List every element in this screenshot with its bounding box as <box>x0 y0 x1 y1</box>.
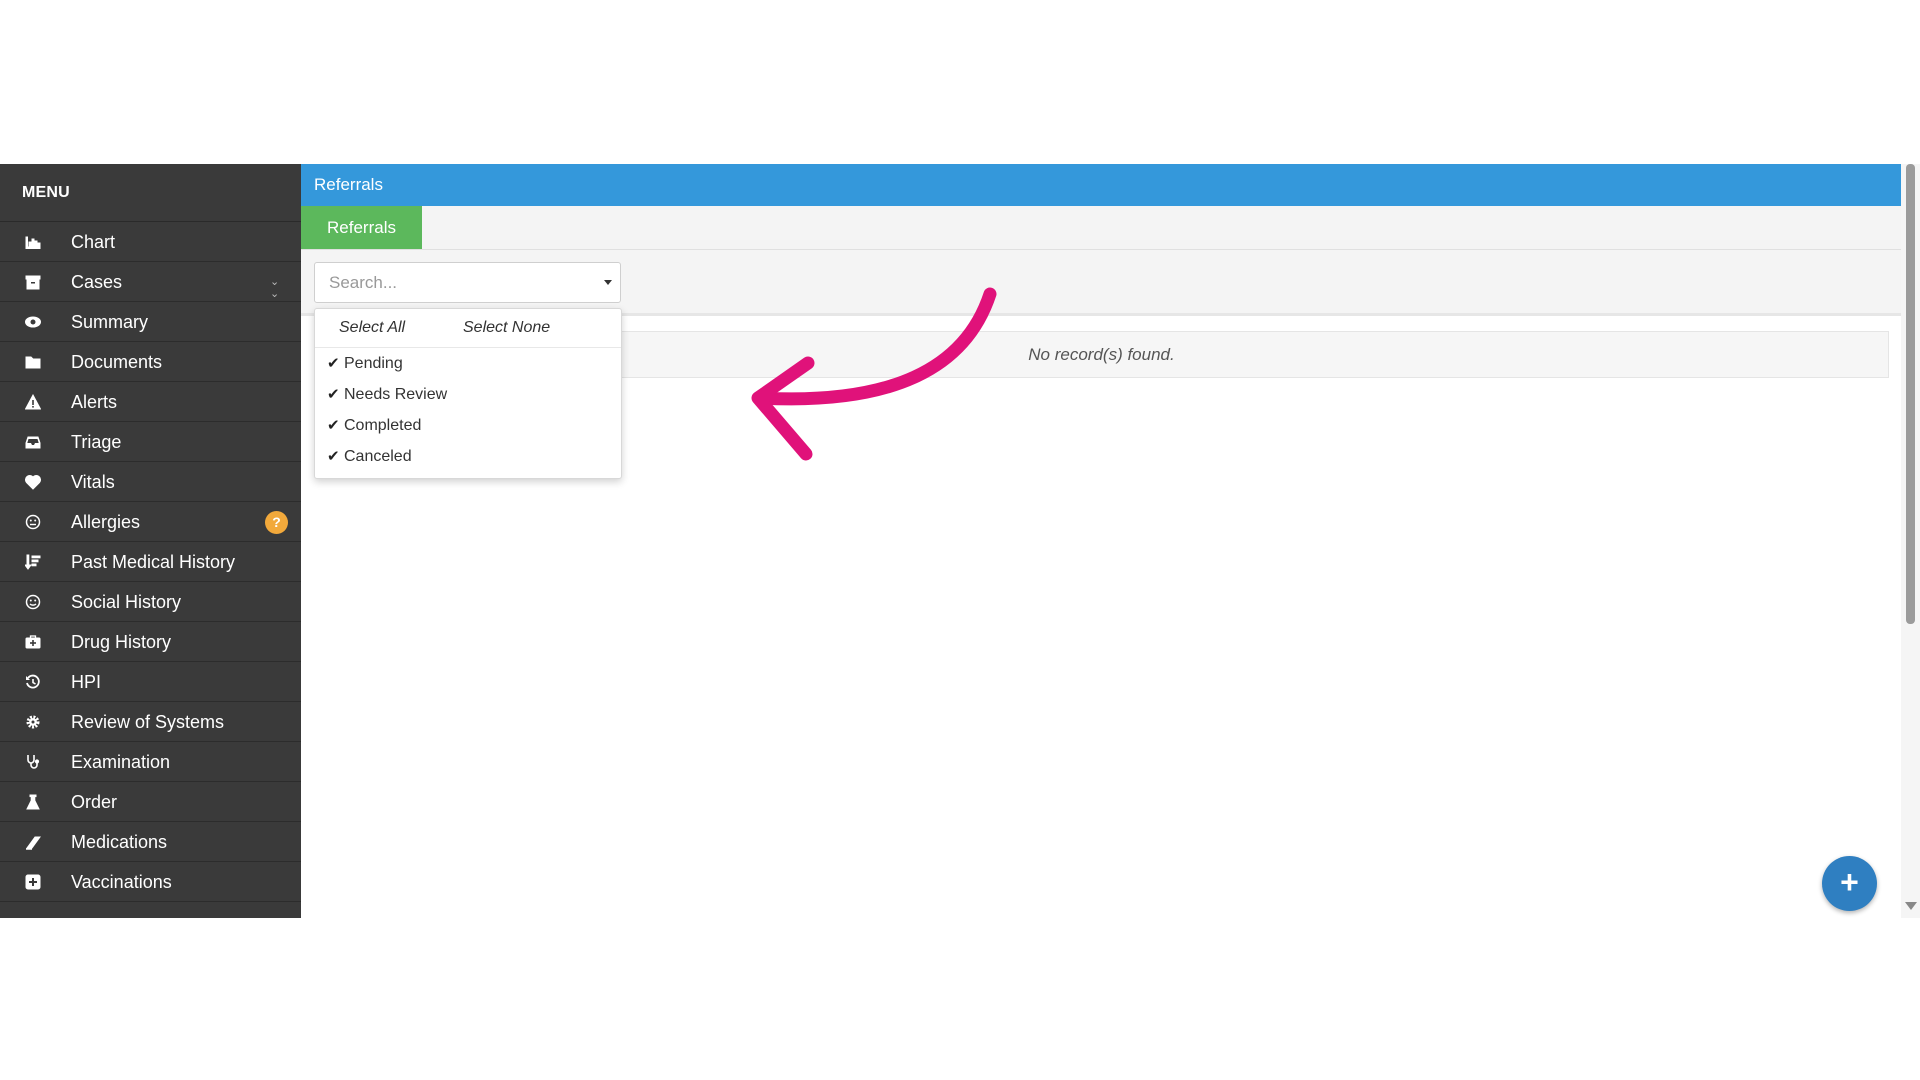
history-icon <box>24 674 42 690</box>
sidebar-item-label: Chart <box>71 232 116 252</box>
option-label: Pending <box>344 355 403 372</box>
sidebar-item-label: Examination <box>71 752 171 772</box>
option-label: Needs Review <box>344 386 448 403</box>
dropdown-actions: Select All Select None <box>315 309 621 348</box>
sidebar-menu: MENU Chart Cases ⌄ ⌄ Summary Documents A… <box>0 164 301 918</box>
option-canceled[interactable]: ✔ Canceled <box>315 441 621 472</box>
sidebar-item-allergies[interactable]: Allergies ? <box>0 502 301 542</box>
sidebar-item-cases[interactable]: Cases ⌄ ⌄ <box>0 262 301 302</box>
vertical-scrollbar[interactable] <box>1901 164 1920 918</box>
sidebar-item-alerts[interactable]: Alerts <box>0 382 301 422</box>
plus-square-icon <box>24 874 42 890</box>
sidebar-item-label: Order <box>71 792 118 812</box>
sidebar-item-label: Medications <box>71 832 168 852</box>
sidebar-item-label: Allergies <box>71 512 141 532</box>
select-none-button[interactable]: Select None <box>463 309 550 347</box>
sidebar-item-label: Alerts <box>71 392 118 412</box>
eye-icon <box>24 314 42 330</box>
face-icon <box>24 514 42 530</box>
option-needs-review[interactable]: ✔ Needs Review <box>315 379 621 410</box>
warning-icon <box>24 394 42 410</box>
medkit-icon <box>24 634 42 650</box>
sidebar-item-label: Vitals <box>71 472 115 492</box>
select-all-button[interactable]: Select All <box>339 309 405 347</box>
option-label: Canceled <box>344 448 412 465</box>
pill-icon <box>24 834 42 850</box>
sort-list-icon <box>24 554 42 570</box>
sidebar-item-social-history[interactable]: Social History <box>0 582 301 622</box>
bar-chart-icon <box>24 234 42 250</box>
sidebar-item-label: Past Medical History <box>71 552 236 572</box>
option-label: Completed <box>344 417 422 434</box>
sidebar-item-label: Summary <box>71 312 149 332</box>
checkmark-icon: ✔ <box>327 448 340 465</box>
tab-referrals[interactable]: Referrals <box>301 206 422 249</box>
inbox-icon <box>24 434 42 450</box>
sidebar-item-medications[interactable]: Medications <box>0 822 301 862</box>
sidebar-item-triage[interactable]: Triage <box>0 422 301 462</box>
add-referral-button[interactable]: + <box>1822 856 1877 911</box>
status-filter-select[interactable]: Search... <box>314 262 621 303</box>
caret-down-icon[interactable] <box>604 280 612 285</box>
sidebar-item-order[interactable]: Order <box>0 782 301 822</box>
sidebar-item-label: Documents <box>71 352 163 372</box>
checkmark-icon: ✔ <box>327 386 340 403</box>
main-content: Referrals Referrals Search... No record(… <box>301 164 1901 918</box>
checkmark-icon: ✔ <box>327 355 340 372</box>
filter-bar: Search... <box>301 250 1901 316</box>
sidebar-item-label: Review of Systems <box>71 712 225 732</box>
sidebar-item-label: HPI <box>71 672 102 692</box>
sidebar-item-label: Vaccinations <box>71 872 172 892</box>
sidebar-item-label: Social History <box>71 592 182 612</box>
sidebar-item-hpi[interactable]: HPI <box>0 662 301 702</box>
archive-icon <box>24 274 42 290</box>
sidebar-item-documents[interactable]: Documents <box>0 342 301 382</box>
chevron-double-down-icon[interactable]: ⌄ ⌄ <box>270 276 279 300</box>
sidebar-item-chart[interactable]: Chart <box>0 222 301 262</box>
menu-title: MENU <box>0 164 301 222</box>
scrollbar-thumb[interactable] <box>1906 164 1915 624</box>
sidebar-item-past-medical-history[interactable]: Past Medical History <box>0 542 301 582</box>
search-placeholder: Search... <box>329 273 398 292</box>
folder-icon <box>24 354 42 370</box>
sidebar-item-vaccinations[interactable]: Vaccinations <box>0 862 301 902</box>
option-pending[interactable]: ✔ Pending <box>315 348 621 379</box>
gear-icon <box>24 714 42 730</box>
sidebar-item-drug-history[interactable]: Drug History <box>0 622 301 662</box>
heart-icon <box>24 474 42 490</box>
sidebar-item-label: Cases <box>71 272 123 292</box>
sidebar-item-examination[interactable]: Examination <box>0 742 301 782</box>
sidebar-item-review-of-systems[interactable]: Review of Systems <box>0 702 301 742</box>
smile-icon <box>24 594 42 610</box>
sidebar-item-vitals[interactable]: Vitals <box>0 462 301 502</box>
checkmark-icon: ✔ <box>327 417 340 434</box>
help-badge[interactable]: ? <box>265 511 288 534</box>
panel-header-title: Referrals <box>301 164 1901 206</box>
scroll-down-arrow-icon[interactable] <box>1905 902 1917 910</box>
tab-bar: Referrals <box>301 206 1901 250</box>
sidebar-item-label: Drug History <box>71 632 172 652</box>
stethoscope-icon <box>24 754 42 770</box>
flask-icon <box>24 794 42 810</box>
status-filter-dropdown: Select All Select None ✔ Pending ✔ Needs… <box>314 308 622 479</box>
sidebar-item-summary[interactable]: Summary <box>0 302 301 342</box>
option-completed[interactable]: ✔ Completed <box>315 410 621 441</box>
sidebar-item-label: Triage <box>71 432 122 452</box>
app-window: MENU Chart Cases ⌄ ⌄ Summary Documents A… <box>0 164 1920 918</box>
